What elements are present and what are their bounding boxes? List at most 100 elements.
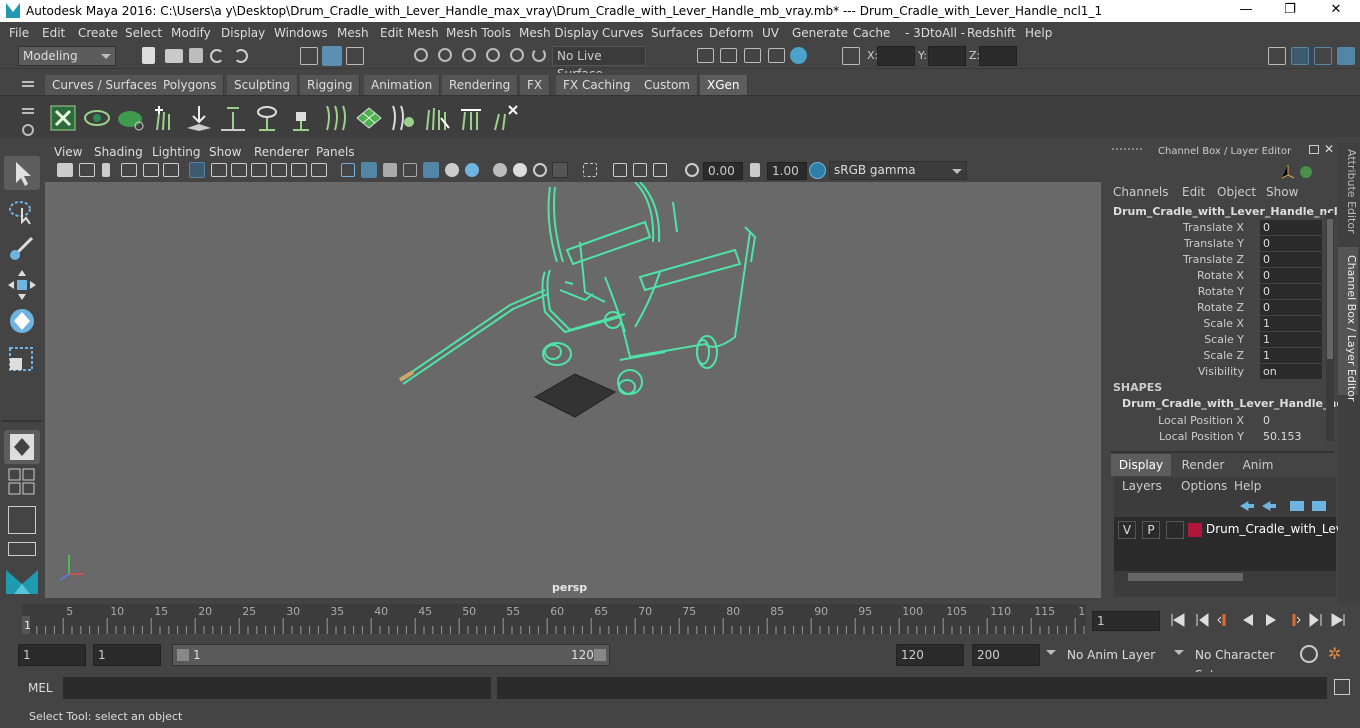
safe-title-icon[interactable] (311, 163, 327, 177)
channel-scrollbar[interactable] (1326, 213, 1334, 441)
channel-box-toggle-icon[interactable] (1337, 47, 1355, 65)
menu-surfaces[interactable]: Surfaces (651, 26, 703, 40)
wireframe-on-shaded-icon[interactable] (383, 163, 397, 177)
select-by-hierarchy-icon[interactable] (300, 47, 318, 65)
xgen-density-grid-icon[interactable] (355, 104, 383, 132)
object-name[interactable]: Drum_Cradle_with_Lever_Handle_ncl1_1 (1113, 205, 1358, 218)
shape-name[interactable]: Drum_Cradle_with_Lever_Handle_nc... (1122, 397, 1355, 410)
z-coordinate-field[interactable] (979, 46, 1017, 66)
panel-menu-shading[interactable]: Shading (94, 145, 143, 159)
ipr-render-icon[interactable] (744, 48, 761, 63)
panel-menu-show[interactable]: Show (209, 145, 241, 159)
select-tool[interactable] (4, 156, 40, 190)
four-view-layout-icon[interactable] (8, 468, 36, 496)
snap-to-view-plane-icon[interactable] (486, 48, 500, 62)
range-start-handle[interactable] (177, 649, 189, 661)
modeling-toolkit-icon[interactable] (1268, 47, 1286, 65)
menu-set-dropdown[interactable]: Modeling (18, 46, 116, 66)
lasso-tool[interactable] (4, 194, 40, 228)
menu-redshift[interactable]: Redshift (967, 26, 1016, 40)
layer-display-type-toggle[interactable] (1166, 521, 1184, 539)
wireframe-icon[interactable] (341, 163, 355, 177)
tool-settings-toggle-icon[interactable] (1314, 47, 1332, 65)
gate-mask-icon[interactable] (251, 163, 267, 177)
shelf-tab-sculpting[interactable]: Sculpting (227, 75, 299, 95)
shelf-tab-animation[interactable]: Animation (364, 75, 441, 95)
panel-menu-view[interactable]: View (54, 145, 82, 159)
shelf-tab-rigging[interactable]: Rigging (300, 75, 361, 95)
xgen-groom-icon[interactable] (389, 104, 417, 132)
maya-home-icon[interactable] (4, 566, 40, 596)
safe-action-icon[interactable] (291, 163, 307, 177)
channel-value[interactable]: 0 (1260, 413, 1322, 428)
gamma-field[interactable]: 1.00 (767, 162, 807, 180)
exposure-field[interactable]: 0.00 (703, 162, 743, 180)
snap-to-point-icon[interactable] (462, 48, 476, 62)
two-view-layout-icon[interactable] (8, 506, 36, 534)
move-tool[interactable] (4, 268, 40, 302)
menu-mesh[interactable]: Mesh (337, 26, 369, 40)
close-panel-icon[interactable]: ✕ (1324, 143, 1334, 155)
anim-layer-dropdown[interactable]: No Anim Layer (1062, 644, 1164, 666)
smooth-shade-icon[interactable] (361, 162, 377, 178)
mel-input[interactable] (63, 677, 491, 699)
channel-edit-menu[interactable]: Edit (1182, 185, 1205, 199)
channel-value[interactable]: 1 (1260, 348, 1322, 363)
layer-tab-display[interactable]: Display (1111, 454, 1171, 476)
attribute-editor-tab[interactable]: Attribute Editor (1340, 149, 1358, 235)
channel-row[interactable]: Rotate Z 0 (1106, 300, 1326, 316)
channel-value[interactable]: 1 (1260, 332, 1322, 347)
snap-to-grid-icon[interactable] (414, 48, 428, 62)
channel-row[interactable]: Scale Z 1 (1106, 348, 1326, 364)
anti-aliasing-icon[interactable] (533, 163, 547, 177)
rotate-tool[interactable] (4, 304, 40, 338)
xgen-guide-visibility-icon[interactable] (253, 104, 281, 132)
channel-row[interactable]: Translate Y 0 (1106, 236, 1326, 252)
menu-file[interactable]: File (9, 26, 29, 40)
y-coordinate-field[interactable] (928, 46, 966, 66)
xgen-add-guide-icon[interactable] (151, 104, 179, 132)
channel-value[interactable]: 1 (1260, 316, 1322, 331)
step-back-key-icon[interactable] (1194, 612, 1210, 628)
snap-to-curve-icon[interactable] (438, 48, 452, 62)
playback-start-field[interactable]: 1 (93, 644, 161, 666)
xgen-delete-icon[interactable] (491, 104, 519, 132)
shelf-menu-icon[interactable] (22, 81, 34, 83)
xgen-editor-icon[interactable] (49, 104, 77, 132)
xgen-lock-guide-icon[interactable] (287, 104, 315, 132)
shadows-icon[interactable] (445, 163, 459, 177)
step-back-frame-icon[interactable] (1216, 612, 1232, 628)
layer-name[interactable]: Drum_Cradle_with_Lever (1206, 522, 1355, 536)
layer-tab-render[interactable]: Render (1173, 454, 1233, 476)
bookmark-icon[interactable] (102, 163, 110, 177)
xgen-hair-brush-icon[interactable] (423, 104, 451, 132)
use-all-lights-icon[interactable] (423, 162, 439, 178)
panel-grip-icon[interactable] (1112, 148, 1142, 154)
shelf-tab-polygons[interactable]: Polygons (156, 75, 225, 95)
channel-row[interactable]: Translate Z 0 (1106, 252, 1326, 268)
range-slider[interactable]: 1 120 (172, 644, 610, 666)
menu-generate[interactable]: Generate (792, 26, 848, 40)
color-management-icon[interactable] (809, 162, 826, 179)
layer-hscrollbar[interactable] (1114, 571, 1336, 583)
script-editor-icon[interactable] (1334, 679, 1350, 695)
new-scene-icon[interactable] (142, 47, 155, 64)
perspective-viewport[interactable]: persp (45, 182, 1101, 598)
shelf-settings-gear-icon[interactable] (22, 124, 34, 136)
layer-playback-toggle[interactable]: P (1142, 521, 1160, 539)
maximize-button[interactable]: ❐ (1280, 2, 1300, 20)
redo-icon[interactable] (234, 49, 248, 63)
range-end-handle[interactable] (594, 649, 606, 661)
menu-mesh-tools[interactable]: Mesh Tools (446, 26, 511, 40)
save-scene-icon[interactable] (189, 48, 203, 63)
xgen-sculpt-guide-icon[interactable] (219, 104, 247, 132)
channel-row[interactable]: Visibility on (1106, 364, 1326, 380)
shelf-tab-fx[interactable]: FX (520, 75, 551, 95)
single-perspective-layout[interactable] (4, 430, 40, 464)
xray-components-icon[interactable] (653, 163, 667, 177)
menu-create[interactable]: Create (78, 26, 118, 40)
xgen-preview-eye-icon[interactable] (83, 104, 111, 132)
field-chart-icon[interactable] (271, 163, 287, 177)
menu-3dtoall[interactable]: - 3DtoAll - (905, 26, 965, 40)
xgen-splines-icon[interactable] (321, 104, 349, 132)
